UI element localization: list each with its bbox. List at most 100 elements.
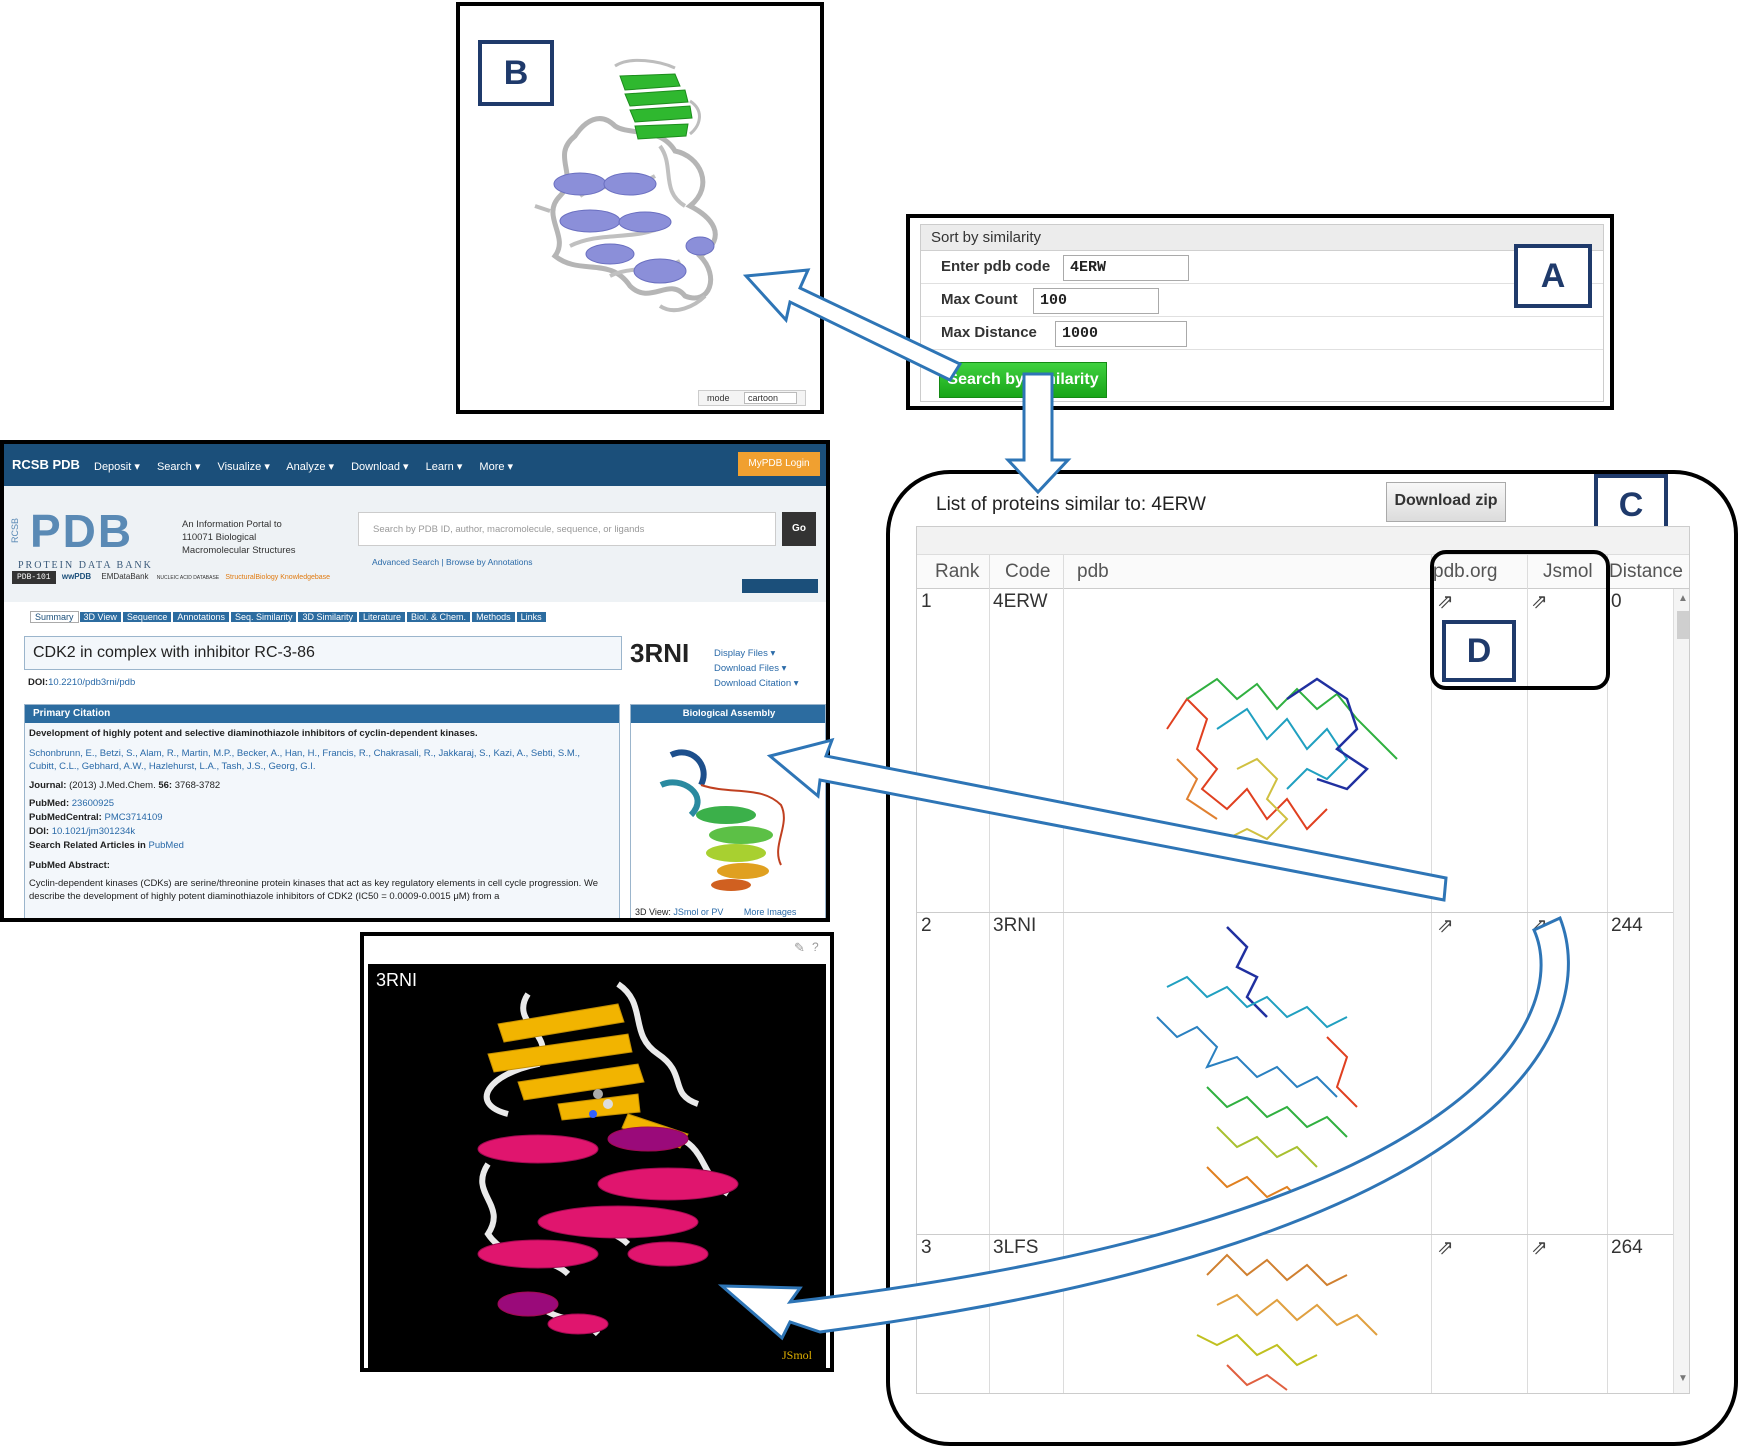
scroll-down-arrow-icon[interactable]: ▼ <box>1678 1373 1688 1384</box>
doi-line: DOI:10.2210/pdb3rni/pdb <box>28 676 135 689</box>
row-code: 3LFS <box>993 1237 1039 1258</box>
mode-selector[interactable]: mode cartoon <box>698 390 806 406</box>
row-max-distance: Max Distance 1000 <box>921 317 1603 350</box>
max-count-input[interactable]: 100 <box>1033 288 1159 314</box>
tab-summary[interactable]: Summary <box>30 611 79 623</box>
wrench-icon[interactable]: ✎ <box>794 940 805 956</box>
partner-pdb101[interactable]: PDB-101 <box>12 571 56 584</box>
mypdb-login-button[interactable]: MyPDB Login <box>738 452 820 476</box>
max-count-label: Max Count <box>941 291 1018 308</box>
pdb-logo-sub: PROTEIN DATA BANK <box>18 560 153 571</box>
pmc-link[interactable]: PMC3714109 <box>104 812 162 823</box>
protein-cartoon-3rni <box>477 981 739 1337</box>
row-pdb-code: Enter pdb code 4ERW <box>921 251 1603 284</box>
tab-methods[interactable]: Methods <box>471 611 516 623</box>
pdb-code-label: Enter pdb code <box>941 258 1051 275</box>
primary-citation-header: Primary Citation <box>25 705 619 723</box>
pdb-partners: PDB-101 wwPDB EMDataBank NUCLEIC ACID DA… <box>12 571 352 592</box>
tab-3d-view[interactable]: 3D View <box>78 611 122 623</box>
scrollbar-thumb[interactable] <box>1677 611 1689 639</box>
pdb-page-panel: RCSB PDB Deposit ▾ Search ▾ Visualize ▾ … <box>0 440 830 922</box>
pdb-advanced-search-link[interactable]: Advanced Search | Browse by Annotations <box>372 556 533 569</box>
tab-literature[interactable]: Literature <box>358 611 407 623</box>
col-pdb[interactable]: pdb <box>1077 557 1109 587</box>
journal-label: Journal: <box>29 780 67 791</box>
nav-download[interactable]: Download ▾ <box>351 461 409 473</box>
pdb-nav-menu: Deposit ▾ Search ▾ Visualize ▾ Analyze ▾… <box>94 460 554 473</box>
backbone-trace-3lfs <box>1196 1253 1378 1391</box>
max-distance-input[interactable]: 1000 <box>1055 321 1187 347</box>
pdb-brand[interactable]: RCSB PDB <box>12 457 80 472</box>
results-title: List of proteins similar to: 4ERW <box>936 494 1206 515</box>
bio-assembly-thumbnail[interactable] <box>631 725 826 895</box>
doi2-line: DOI: 10.1021/jm301234k <box>29 825 135 838</box>
journal-volume: 56: <box>158 780 173 791</box>
partner-wwpdb[interactable]: wwPDB <box>62 572 91 581</box>
tab-biol-chem[interactable]: Biol. & Chem. <box>406 611 472 623</box>
nav-visualize[interactable]: Visualize ▾ <box>217 461 269 473</box>
partner-sbkb[interactable]: StructuralBiology Knowledgebase <box>225 574 330 581</box>
results-scrollbar[interactable]: ▲ ▼ <box>1673 589 1689 1393</box>
row-code: 4ERW <box>993 591 1048 612</box>
external-link-icon[interactable]: ⇗ <box>1531 1235 1548 1260</box>
pdb-tagline: An Information Portal to 110071 Biologic… <box>182 519 296 556</box>
mode-label: mode <box>707 393 730 403</box>
panel-a: Sort by similarity Enter pdb code 4ERW M… <box>906 214 1614 410</box>
external-link-icon[interactable]: ⇗ <box>1531 913 1548 938</box>
nav-search[interactable]: Search ▾ <box>157 461 200 473</box>
view-3d-links[interactable]: JSmol or PV <box>673 907 723 917</box>
tab-annotations[interactable]: Annotations <box>172 611 230 623</box>
col-code[interactable]: Code <box>1005 557 1050 587</box>
col-rank[interactable]: Rank <box>935 557 979 587</box>
partner-ndb[interactable]: NUCLEIC ACID DATABASE <box>157 575 219 581</box>
doi2-link[interactable]: 10.1021/jm301234k <box>52 826 135 837</box>
label-b: B <box>478 40 554 106</box>
more-images-link[interactable]: More Images <box>744 907 797 917</box>
pdb-logo: RCSB PDB PROTEIN DATA BANK <box>10 505 180 571</box>
help-icon[interactable]: ? <box>812 940 819 954</box>
pdb-header: RCSB PDB PROTEIN DATA BANK An Informatio… <box>4 486 826 602</box>
nav-deposit[interactable]: Deposit ▾ <box>94 461 140 473</box>
nav-learn[interactable]: Learn ▾ <box>426 461 463 473</box>
journal-pages: 3768-3782 <box>174 780 221 791</box>
tab-seq-similarity[interactable]: Seq. Similarity <box>229 611 298 623</box>
nav-analyze[interactable]: Analyze ▾ <box>286 461 334 473</box>
pdb-go-button[interactable]: Go <box>782 512 816 546</box>
tab-3d-similarity[interactable]: 3D Similarity <box>297 611 358 623</box>
pubmed-link[interactable]: 23600925 <box>72 798 114 809</box>
pdb-tabs: Summary 3D View Sequence Annotations Seq… <box>30 610 550 626</box>
pdb-search-input[interactable]: Search by PDB ID, author, macromolecule,… <box>358 512 776 546</box>
pdb-code-input[interactable]: 4ERW <box>1063 255 1189 281</box>
external-link-icon[interactable]: ⇗ <box>1437 913 1454 938</box>
bio-assembly-footer: 3D View: JSmol or PV More Images <box>635 907 825 917</box>
journal-line: Journal: (2013) J.Med.Chem. 56: 3768-378… <box>29 779 220 792</box>
row-distance: 244 <box>1611 915 1643 936</box>
pdb-id: 3RNI <box>630 638 690 668</box>
search-similarity-button[interactable]: Search by similarity <box>939 362 1107 398</box>
doi-link[interactable]: 10.2210/pdb3rni/pdb <box>48 677 135 688</box>
external-link-icon[interactable]: ⇗ <box>1437 1235 1454 1260</box>
pdb-logo-text: PDB <box>30 505 134 557</box>
structure-title: CDK2 in complex with inhibitor RC-3-86 <box>24 636 622 670</box>
related-pubmed-link[interactable]: PubMed <box>149 840 184 851</box>
row-rank: 3 <box>921 1237 932 1258</box>
download-files-link[interactable]: Download Files ▾ <box>714 661 824 676</box>
display-files-link[interactable]: Display Files ▾ <box>714 646 824 661</box>
download-citation-link[interactable]: Download Citation ▾ <box>714 676 824 691</box>
tab-links[interactable]: Links <box>515 611 547 623</box>
view-3d-label: 3D View: <box>635 907 671 917</box>
scroll-up-arrow-icon[interactable]: ▲ <box>1678 593 1688 604</box>
download-zip-button[interactable]: Download zip <box>1386 482 1506 522</box>
partner-emdatabank[interactable]: EMDataBank <box>101 572 148 581</box>
jsmol-canvas[interactable]: 3RNI JSmol <box>368 964 826 1368</box>
row-rank: 2 <box>921 915 932 936</box>
social-icons <box>742 579 818 593</box>
nav-more[interactable]: More ▾ <box>479 461 513 473</box>
tab-sequence[interactable]: Sequence <box>121 611 173 623</box>
bio-assembly-header: Biological Assembly <box>631 705 825 723</box>
citation-authors[interactable]: Schonbrunn, E., Betzi, S., Alam, R., Mar… <box>29 747 609 773</box>
sort-header: Sort by similarity <box>921 225 1603 251</box>
col-distance[interactable]: Distance <box>1609 557 1683 587</box>
pdb-navbar: RCSB PDB Deposit ▾ Search ▾ Visualize ▾ … <box>4 444 826 486</box>
mode-value: cartoon <box>744 392 798 404</box>
